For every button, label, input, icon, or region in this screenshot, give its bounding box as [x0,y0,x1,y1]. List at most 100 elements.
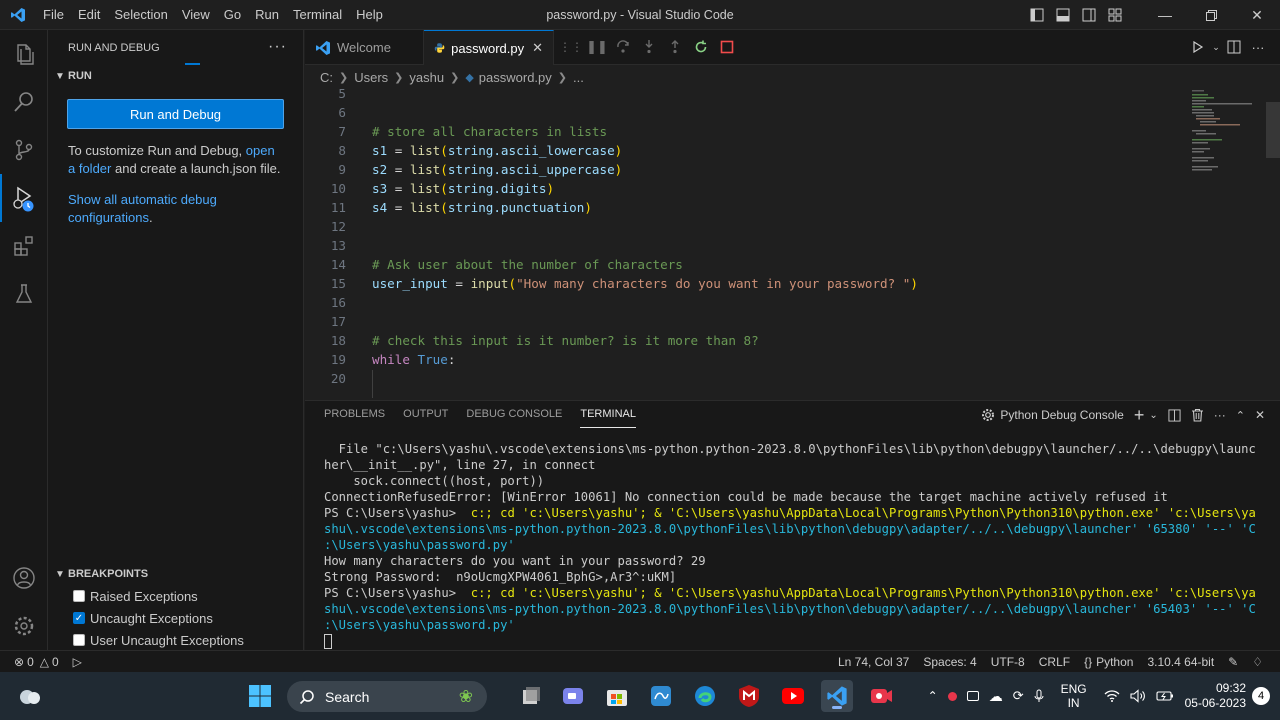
sync-icon[interactable]: ⟳ [1008,688,1029,704]
checkbox[interactable] [73,634,85,646]
vscode-taskbar-icon[interactable] [821,680,853,712]
code-editor[interactable]: 5 6 7 # store all characters in lists 8 s1… [305,84,1185,400]
indentation[interactable]: Spaces: 4 [916,655,983,669]
chevron-down-icon[interactable]: ⌄ [1149,403,1162,427]
more-actions-icon[interactable]: ··· [268,38,287,56]
taskbar-search[interactable]: Search ❀ [287,681,487,712]
language-mode[interactable]: {} Python [1077,655,1140,669]
onedrive-cloud-icon[interactable]: ☁ [984,688,1008,705]
toggle-secondary-sidebar-icon[interactable] [1076,0,1102,30]
show-all-configurations-link[interactable]: Show all automatic debug configurations [68,192,217,225]
testing-flask-icon[interactable] [0,270,48,318]
editor-scrollbar[interactable] [1266,102,1280,158]
run-and-debug-button[interactable]: Run and Debug [67,99,284,129]
run-debug-icon[interactable] [0,174,48,222]
breadcrumb-item[interactable]: password.py [479,70,552,85]
settings-gear-icon[interactable] [0,602,48,650]
recording-dot-icon[interactable] [943,691,962,701]
tab-problems[interactable]: PROBLEMS [324,401,385,427]
more-actions-icon[interactable]: ··· [1246,36,1270,58]
restore-icon[interactable] [1188,0,1234,30]
source-control-icon[interactable] [0,126,48,174]
edge-browser-icon[interactable] [689,680,721,712]
menu-file[interactable]: File [36,0,71,30]
tab-welcome[interactable]: Welcome [305,30,424,65]
notifications-bell-icon[interactable]: ♢ [1245,655,1270,669]
breakpoint-raised-exceptions[interactable]: Raised Exceptions [48,585,304,607]
minimize-icon[interactable]: — [1142,0,1188,30]
extensions-icon[interactable] [0,222,48,270]
breakpoints-header[interactable]: ▼ BREAKPOINTS [48,563,304,585]
close-window-icon[interactable]: ✕ [1234,0,1280,30]
encoding[interactable]: UTF-8 [984,655,1032,669]
step-out-icon[interactable] [662,36,688,58]
mysql-workbench-icon[interactable] [645,680,677,712]
breadcrumb-item[interactable]: C: [320,70,333,85]
run-dropdown-chevron-icon[interactable]: ⌄ [1210,36,1222,58]
search-icon[interactable] [0,78,48,126]
breadcrumb-item[interactable]: ... [573,70,584,85]
tab-password-py[interactable]: password.py ✕ [424,30,554,65]
split-terminal-icon[interactable] [1163,403,1186,427]
task-view-icon[interactable] [515,680,547,712]
checkbox-checked[interactable]: ✓ [73,612,85,624]
mcafee-icon[interactable] [733,680,765,712]
menu-terminal[interactable]: Terminal [286,0,349,30]
close-tab-icon[interactable]: ✕ [532,40,543,56]
account-icon[interactable] [0,554,48,602]
stop-icon[interactable] [714,36,740,58]
notification-badge[interactable]: 4 [1252,687,1270,705]
toggle-primary-sidebar-icon[interactable] [1024,0,1050,30]
app-tray-icon[interactable] [962,691,984,701]
menu-selection[interactable]: Selection [107,0,174,30]
clock[interactable]: 09:32 05-06-2023 [1179,681,1252,711]
tab-debug-console[interactable]: DEBUG CONSOLE [466,401,562,427]
line-ending[interactable]: CRLF [1032,655,1077,669]
menu-view[interactable]: View [175,0,217,30]
maximize-panel-chevron-up-icon[interactable]: ⌃ [1231,403,1250,427]
minimap[interactable] [1186,84,1266,400]
explorer-icon[interactable] [0,30,48,78]
trash-icon[interactable] [1186,403,1209,427]
pause-icon[interactable]: ❚❚ [584,36,610,58]
close-panel-icon[interactable]: ✕ [1250,403,1270,427]
tab-output[interactable]: OUTPUT [403,401,448,427]
drag-handle-icon[interactable]: ⋮⋮ [558,36,584,58]
teams-chat-icon[interactable] [557,680,589,712]
split-editor-icon[interactable] [1222,36,1246,58]
breakpoint-user-uncaught-exceptions[interactable]: User Uncaught Exceptions [48,629,304,651]
menu-run[interactable]: Run [248,0,286,30]
menu-help[interactable]: Help [349,0,390,30]
new-terminal-icon[interactable]: + [1129,403,1150,427]
feedback-icon[interactable]: ✎ [1221,655,1245,669]
step-over-icon[interactable] [610,36,636,58]
run-file-icon[interactable] [1186,36,1210,58]
microsoft-store-icon[interactable] [601,680,633,712]
tab-terminal[interactable]: TERMINAL [580,401,636,428]
menu-go[interactable]: Go [217,0,248,30]
terminal-output[interactable]: File "c:\Users\yashu\.vscode\extensions\… [324,441,1264,649]
restart-icon[interactable] [688,36,714,58]
language-indicator[interactable]: ENG IN [1049,682,1099,710]
breadcrumb-item[interactable]: yashu [409,70,444,85]
weather-icon[interactable] [14,680,46,712]
menu-edit[interactable]: Edit [71,0,107,30]
debug-run-icon[interactable]: ▷ [73,655,82,669]
run-section-header[interactable]: ▼ RUN [48,65,303,87]
wifi-icon[interactable] [1099,690,1125,702]
youtube-icon[interactable] [777,680,809,712]
checkbox[interactable] [73,590,85,602]
toggle-panel-icon[interactable] [1050,0,1076,30]
breadcrumb-item[interactable]: Users [354,70,388,85]
screen-recorder-icon[interactable] [865,680,897,712]
terminal-selector[interactable]: Python Debug Console [976,403,1128,427]
volume-icon[interactable] [1125,689,1151,703]
breakpoint-uncaught-exceptions[interactable]: ✓ Uncaught Exceptions [48,607,304,629]
customize-layout-icon[interactable] [1102,0,1128,30]
more-actions-icon[interactable]: ··· [1209,403,1231,427]
windows-start-icon[interactable] [244,680,276,712]
chevron-up-icon[interactable]: ⌃ [923,689,943,703]
microphone-icon[interactable] [1029,689,1049,703]
battery-charging-icon[interactable] [1151,690,1179,702]
problems-status[interactable]: ⊗ 0 △ 0 [14,655,59,669]
